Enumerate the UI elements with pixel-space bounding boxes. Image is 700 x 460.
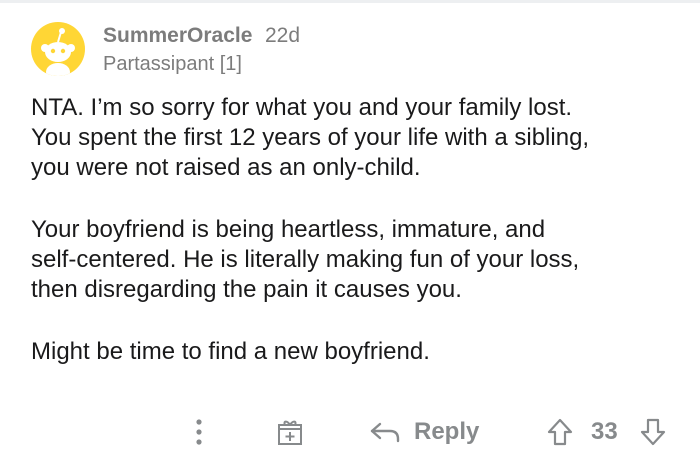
upvote-arrow-icon <box>547 418 573 446</box>
reply-arrow-icon <box>370 422 400 443</box>
comment-paragraph-2: Your boyfriend is being heartless, immat… <box>31 216 580 303</box>
downvote-arrow-icon <box>640 418 666 446</box>
comment-action-bar: Reply 33 <box>0 410 700 454</box>
upvote-button[interactable] <box>545 410 575 454</box>
comment-paragraph-3: Might be time to find a new boyfriend. <box>31 338 430 365</box>
snoo-avatar-icon <box>41 28 75 76</box>
give-award-button[interactable] <box>272 410 308 454</box>
more-options-button[interactable] <box>186 410 212 454</box>
avatar[interactable] <box>31 22 85 76</box>
user-flair: Partassipant [1] <box>103 53 242 75</box>
comment-timestamp: 22d <box>265 24 301 47</box>
vote-score: 33 <box>591 418 618 445</box>
reply-button[interactable]: Reply <box>368 410 479 454</box>
reply-label: Reply <box>414 418 480 445</box>
author-username[interactable]: SummerOracle <box>103 24 252 48</box>
comment-paragraph-1: NTA. I’m so sorry for what you and your … <box>31 94 590 181</box>
comment: SummerOracle 22d Partassipant [1] NTA. I… <box>0 0 700 460</box>
gift-icon <box>278 420 302 445</box>
downvote-button[interactable] <box>638 410 668 454</box>
top-divider <box>0 0 700 3</box>
more-vertical-icon <box>196 419 202 445</box>
comment-body: NTA. I’m so sorry for what you and your … <box>31 93 691 399</box>
